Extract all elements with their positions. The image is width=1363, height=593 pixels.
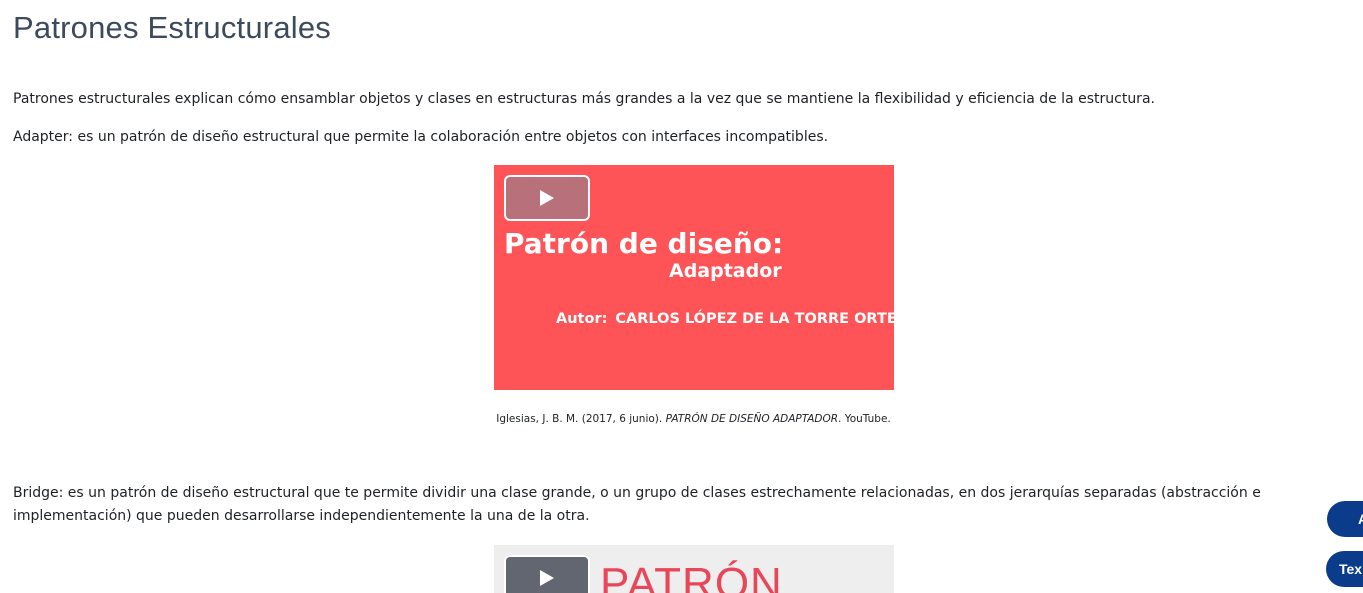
play-button[interactable] bbox=[504, 175, 590, 221]
play-icon bbox=[540, 570, 554, 586]
bridge-paragraph: Bridge: es un patrón de diseño estructur… bbox=[13, 485, 1261, 524]
video-subtitle: Adaptador bbox=[669, 260, 782, 282]
video-author-name: CARLOS LÓPEZ DE LA TORRE ORTEGO bbox=[615, 311, 894, 327]
caption-suffix: . YouTube. bbox=[838, 413, 891, 425]
bridge-video-player[interactable]: PATRÓN bbox=[494, 545, 894, 593]
adapter-video-player[interactable]: Patrón de diseño: Adaptador Autor: CARLOS… bbox=[494, 165, 894, 390]
video-author-label: Autor: bbox=[556, 311, 608, 327]
intro-paragraph: Patrones estructurales explican cómo ens… bbox=[13, 91, 1155, 107]
adapter-video-caption: Iglesias, J. B. M. (2017, 6 junio). PATR… bbox=[0, 413, 1363, 425]
floating-button-text[interactable]: Tex bbox=[1326, 551, 1363, 587]
video-title: PATRÓN bbox=[600, 559, 783, 593]
caption-title: PATRÓN DE DISEÑO ADAPTADOR bbox=[665, 413, 839, 425]
floating-button-accessibility[interactable]: A bbox=[1327, 501, 1363, 537]
video-title: Patrón de diseño: bbox=[504, 227, 784, 260]
play-icon bbox=[540, 190, 554, 206]
caption-prefix: Iglesias, J. B. M. (2017, 6 junio). bbox=[496, 413, 666, 425]
play-button[interactable] bbox=[504, 555, 590, 593]
adapter-paragraph: Adapter: es un patrón de diseño estructu… bbox=[13, 129, 829, 145]
video-author: Autor: CARLOS LÓPEZ DE LA TORRE ORTEGO bbox=[556, 311, 894, 327]
page-title: Patrones Estructurales bbox=[13, 10, 331, 45]
